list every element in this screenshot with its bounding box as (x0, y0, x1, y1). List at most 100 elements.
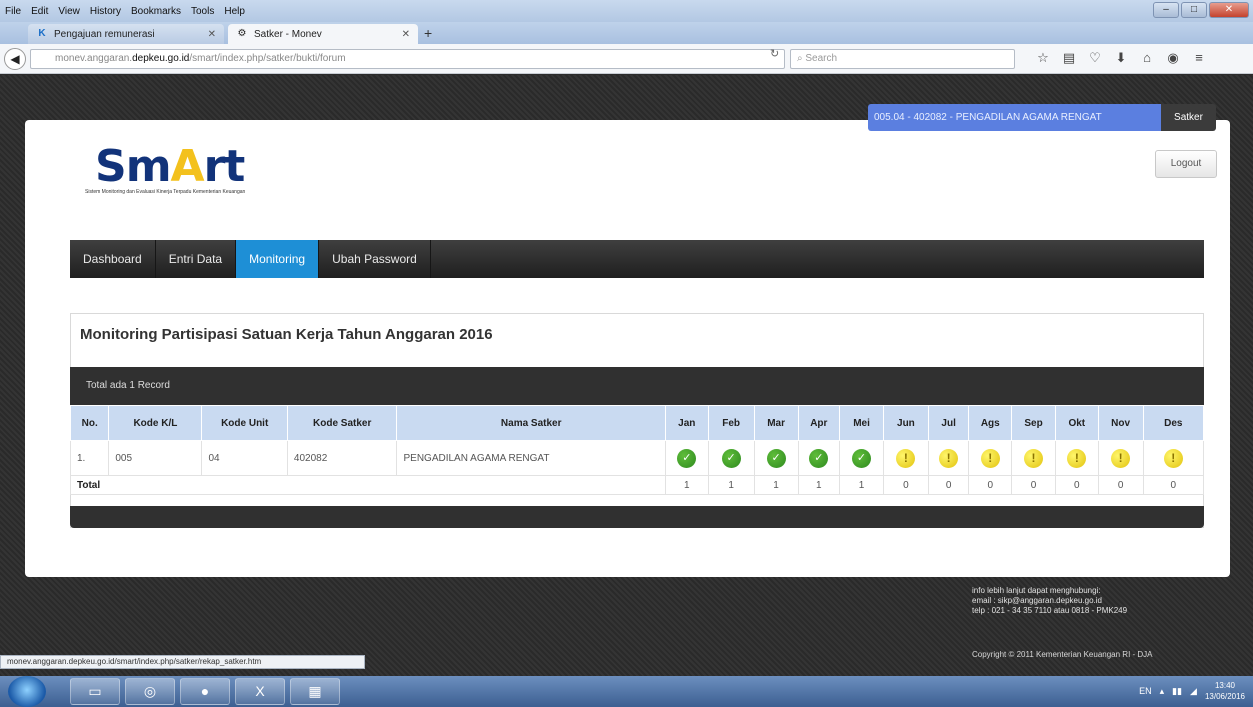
logout-button[interactable]: Logout (1155, 150, 1217, 178)
warning-circle-icon[interactable]: ! (896, 448, 916, 468)
search-input[interactable]: ⌕ Search (790, 49, 1015, 69)
kaskus-favicon-icon: K (38, 28, 46, 39)
warning-circle-icon[interactable]: ! (1163, 448, 1183, 468)
logo-text: SmArt (95, 141, 245, 192)
nav-ubah-password[interactable]: Ubah Password (319, 240, 431, 278)
cell-month-status: ! (968, 440, 1013, 476)
media-player-icon[interactable]: ◎ (125, 678, 175, 705)
total-cell: 0 (1054, 475, 1099, 495)
menu-tools[interactable]: Tools (186, 6, 219, 17)
warning-circle-icon[interactable]: ! (980, 448, 1000, 468)
tray-arrow-icon[interactable]: ▴ (1160, 686, 1165, 697)
tab-satker-monev[interactable]: ⚙ Satker - Monev ✕ (228, 24, 418, 44)
network-icon[interactable]: ▮▮ (1172, 686, 1182, 697)
nav-monitoring[interactable]: Monitoring (236, 240, 320, 278)
check-circle-icon[interactable]: ✓ (677, 448, 697, 468)
browser-tabbar: K Pengajuan remunerasi ✕ ⚙ Satker - Mone… (0, 22, 1253, 44)
check-circle-icon[interactable]: ✓ (809, 448, 829, 468)
firefox-icon[interactable]: ● (180, 678, 230, 705)
minimize-icon[interactable]: – (1153, 2, 1179, 18)
warning-circle-icon[interactable]: ! (1111, 448, 1131, 468)
menu-bookmarks[interactable]: Bookmarks (126, 6, 186, 17)
toolbar-icons: ☆ ▤ ♡ ⬇ ⌂ ◉ ≡ (1030, 50, 1212, 66)
total-cell: 1 (753, 475, 799, 495)
total-cell: 0 (882, 475, 929, 495)
cell-month-status: ! (1097, 440, 1144, 476)
table-footer-bar (70, 506, 1204, 528)
cell-month-status: ✓ (839, 440, 884, 476)
cell-nama: PENGADILAN AGAMA RENGAT (396, 440, 666, 476)
browser-menubar: File Edit View History Bookmarks Tools H… (0, 0, 1253, 22)
start-button[interactable] (8, 676, 46, 707)
menu-edit[interactable]: Edit (26, 6, 53, 17)
menu-file[interactable]: File (0, 6, 26, 17)
tab-close-icon[interactable]: ✕ (208, 29, 216, 40)
clipboard-icon[interactable]: ▤ (1056, 50, 1082, 66)
role-badge: Satker (1161, 104, 1216, 131)
column-header: Nov (1097, 405, 1144, 441)
cell-month-status: ✓ (797, 440, 841, 476)
menu-view[interactable]: View (53, 6, 85, 17)
url-domain: depkeu.go.id (132, 53, 190, 64)
chat-icon[interactable]: ◉ (1160, 50, 1186, 66)
cell-month-status: ! (882, 440, 929, 476)
cell-month-status: ✓ (664, 440, 709, 476)
nav-dashboard[interactable]: Dashboard (70, 240, 156, 278)
system-tray: EN ▴ ▮▮ ◢ 13:40 13/06/2016 (1139, 680, 1245, 702)
cell-month-status: ! (927, 440, 970, 476)
cell-month-status: ✓ (753, 440, 799, 476)
gear-favicon-icon: ⚙ (237, 28, 247, 39)
table-row: 1. 005 04 402082 PENGADILAN AGAMA RENGAT ✓ ✓ ✓ ✓… (69, 440, 1205, 476)
column-header: Feb (707, 405, 755, 441)
home-icon[interactable]: ⌂ (1134, 50, 1160, 66)
menu-history[interactable]: History (85, 6, 126, 17)
close-icon[interactable]: ✕ (1209, 2, 1249, 18)
window-controls: – □ ✕ (1153, 2, 1249, 18)
monitoring-title: Monitoring Partisipasi Satuan Kerja Tahu… (80, 326, 493, 343)
monitoring-table: No. Kode K/L Kode Unit Kode Satker Nama Satk… (69, 405, 1205, 495)
download-icon[interactable]: ⬇ (1108, 50, 1134, 66)
url-path: /smart/index.php/satker/bukti/forum (189, 53, 346, 64)
cell-month-status: ✓ (707, 440, 755, 476)
warning-circle-icon[interactable]: ! (1024, 448, 1044, 468)
maximize-icon[interactable]: □ (1181, 2, 1207, 18)
column-header: Kode Satker (286, 405, 398, 441)
new-tab-icon[interactable]: + (424, 25, 432, 41)
language-indicator[interactable]: EN (1139, 686, 1152, 696)
pocket-icon[interactable]: ♡ (1082, 50, 1108, 66)
explorer-icon[interactable]: ▭ (70, 678, 120, 705)
clock-time: 13:40 (1214, 681, 1235, 690)
tab-pengajuan[interactable]: K Pengajuan remunerasi ✕ (28, 24, 224, 44)
total-cell: 1 (839, 475, 884, 495)
warning-circle-icon[interactable]: ! (1067, 448, 1087, 468)
total-cell: 0 (1142, 475, 1205, 495)
total-cell: 0 (927, 475, 970, 495)
menu-help[interactable]: Help (219, 6, 250, 17)
check-circle-icon[interactable]: ✓ (766, 448, 786, 468)
clock-date: 13/06/2016 (1204, 692, 1245, 701)
tab-close-icon[interactable]: ✕ (402, 29, 410, 40)
cell-month-status: ! (1054, 440, 1099, 476)
check-circle-icon[interactable]: ✓ (721, 448, 741, 468)
url-input[interactable]: monev.anggaran.depkeu.go.id/smart/index.… (30, 49, 785, 69)
check-circle-icon[interactable]: ✓ (852, 448, 872, 468)
clock[interactable]: 13:40 13/06/2016 (1205, 680, 1245, 702)
hamburger-menu-icon[interactable]: ≡ (1186, 50, 1212, 66)
back-arrow-icon[interactable]: ◀ (4, 48, 26, 70)
url-prefix: monev.anggaran. (55, 53, 133, 64)
warning-circle-icon[interactable]: ! (939, 448, 959, 468)
column-header: Mar (753, 405, 799, 441)
bookmark-star-icon[interactable]: ☆ (1030, 50, 1056, 66)
copyright-text: Copyright © 2011 Kementerian Keuangan RI… (972, 650, 1153, 659)
document-icon[interactable]: ▦ (290, 678, 340, 705)
column-header: No. (69, 405, 110, 441)
nav-entri-data[interactable]: Entri Data (156, 240, 237, 278)
total-cell: 1 (664, 475, 709, 495)
total-cell: 0 (1097, 475, 1144, 495)
total-cell: 0 (968, 475, 1013, 495)
reload-icon[interactable]: ↻ (770, 47, 779, 60)
volume-icon[interactable]: ◢ (1190, 686, 1197, 697)
column-header: Okt (1054, 405, 1099, 441)
excel-icon[interactable]: X (235, 678, 285, 705)
satker-badge: 005.04 - 402082 - PENGADILAN AGAMA RENGA… (868, 104, 1161, 131)
